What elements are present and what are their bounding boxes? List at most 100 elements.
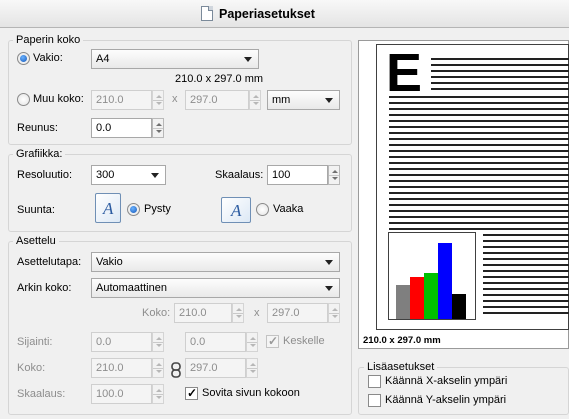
- preview-text-line: [483, 240, 569, 242]
- scale-input[interactable]: 100: [267, 165, 328, 185]
- scale-stepper[interactable]: [328, 165, 340, 185]
- portrait-radio[interactable]: [127, 203, 140, 216]
- preview-text-line: [389, 210, 569, 212]
- standard-size-radio[interactable]: [17, 52, 30, 65]
- preview-text-line: [483, 252, 569, 254]
- preview-text-line: [389, 102, 569, 104]
- layout-mode-select[interactable]: Vakio: [91, 252, 340, 272]
- fit-to-page-checkbox[interactable]: ✓: [185, 386, 198, 400]
- sheet-size-label: Arkin koko:: [17, 282, 72, 294]
- chevron-down-icon: [325, 98, 333, 103]
- chevron-down-icon: [151, 173, 159, 178]
- position-x-input[interactable]: 0.0: [91, 332, 152, 352]
- title-bar: Paperiasetukset: [0, 0, 569, 28]
- landscape-radio[interactable]: [256, 203, 269, 216]
- preview-text-line: [431, 88, 569, 90]
- custom-width-input[interactable]: 210.0: [91, 90, 152, 110]
- preview-text-line: [431, 70, 569, 72]
- sheet-width-stepper[interactable]: [232, 303, 244, 323]
- preview-text-line: [389, 216, 569, 218]
- unit-select[interactable]: mm: [267, 90, 340, 110]
- scaling-input[interactable]: 100.0: [91, 384, 152, 404]
- sheet-size-value: Automaattinen: [96, 282, 167, 294]
- preview-text-line: [431, 82, 569, 84]
- position-y-stepper[interactable]: [246, 332, 258, 352]
- preview-text-line: [483, 312, 569, 314]
- resolution-value: 300: [96, 169, 115, 181]
- extra-settings-legend: Lisäasetukset: [364, 361, 438, 373]
- standard-size-value: A4: [96, 53, 110, 65]
- position-x-stepper[interactable]: [152, 332, 164, 352]
- sheet-dimensions-label: Koko:: [142, 307, 171, 319]
- sheet-size-select[interactable]: Automaattinen: [91, 278, 340, 298]
- custom-size-label: Muu koko:: [33, 93, 84, 105]
- margin-stepper[interactable]: [152, 118, 164, 138]
- unit-value: mm: [272, 94, 291, 106]
- preview-text-line: [389, 114, 569, 116]
- preview-text-line: [389, 192, 569, 194]
- preview-text-line: [483, 282, 569, 284]
- resolution-select[interactable]: 300: [91, 165, 166, 185]
- custom-height-stepper[interactable]: [249, 90, 261, 110]
- chevron-down-icon: [325, 286, 333, 291]
- preview-chart-bar: [410, 277, 424, 319]
- preview-text-line: [483, 270, 569, 272]
- preview-text-line: [389, 156, 569, 158]
- dimension-width-stepper[interactable]: [152, 358, 164, 378]
- document-icon: [201, 6, 213, 21]
- flip-y-checkbox[interactable]: [368, 394, 381, 407]
- standard-size-select[interactable]: A4: [91, 49, 259, 69]
- preview-text-line: [389, 228, 569, 230]
- preview-text-line: [483, 264, 569, 266]
- sheet-height-stepper[interactable]: [328, 303, 340, 323]
- margin-input[interactable]: 0.0: [91, 118, 152, 138]
- sheet-width-input[interactable]: 210.0: [174, 303, 232, 323]
- preview-text-line: [431, 76, 569, 78]
- flip-y-label: Käännä Y-akselin ympäri: [385, 394, 507, 406]
- position-label: Sijainti:: [17, 336, 53, 348]
- portrait-orientation-icon: A: [95, 193, 121, 223]
- chevron-down-icon: [244, 57, 252, 62]
- preview-text-line: [389, 198, 569, 200]
- preview-chart-bar: [438, 243, 452, 319]
- preview-text-line: [431, 58, 569, 60]
- preview-text-line: [389, 132, 569, 134]
- preview-text-line: [483, 300, 569, 302]
- custom-height-input[interactable]: 297.0: [185, 90, 249, 110]
- layout-legend: Asettelu: [13, 235, 59, 247]
- landscape-label: Vaaka: [273, 203, 304, 215]
- layout-mode-label: Asettelutapa:: [17, 256, 82, 268]
- preview-text-line: [431, 64, 569, 66]
- graphics-legend: Grafiikka:: [13, 148, 66, 160]
- preview-text-line: [483, 306, 569, 308]
- position-y-input[interactable]: 0.0: [185, 332, 246, 352]
- preview-text-line: [389, 180, 569, 182]
- preview-text-line: [483, 258, 569, 260]
- custom-size-radio[interactable]: [17, 93, 30, 106]
- center-checkbox[interactable]: ✓: [266, 334, 279, 348]
- preview-text-line: [483, 234, 569, 236]
- dimensions-label: Koko:: [17, 362, 46, 374]
- preview-chart-bar: [424, 273, 438, 319]
- landscape-orientation-icon: A: [221, 197, 251, 223]
- standard-size-dimensions: 210.0 x 297.0 mm: [175, 73, 264, 85]
- margin-label: Reunus:: [17, 122, 58, 134]
- paper-size-legend: Paperin koko: [13, 34, 84, 46]
- flip-x-label: Käännä X-akselin ympäri: [385, 375, 508, 387]
- dimension-width-input[interactable]: 210.0: [91, 358, 152, 378]
- sheet-dimensions-separator: x: [254, 307, 260, 319]
- sheet-height-input[interactable]: 297.0: [267, 303, 328, 323]
- preview-text-line: [483, 294, 569, 296]
- layout-mode-value: Vakio: [96, 256, 123, 268]
- preview-text-line: [483, 276, 569, 278]
- dimension-height-input[interactable]: 297.0: [185, 358, 246, 378]
- scaling-stepper[interactable]: [152, 384, 164, 404]
- preview-chart: [388, 232, 476, 320]
- chain-link-icon[interactable]: [169, 362, 183, 378]
- flip-x-checkbox[interactable]: [368, 375, 381, 388]
- scaling-label: Skaalaus:: [17, 388, 66, 400]
- dimension-height-stepper[interactable]: [246, 358, 258, 378]
- preview-chart-bar: [452, 294, 466, 319]
- custom-width-stepper[interactable]: [152, 90, 164, 110]
- preview-text-line: [389, 138, 569, 140]
